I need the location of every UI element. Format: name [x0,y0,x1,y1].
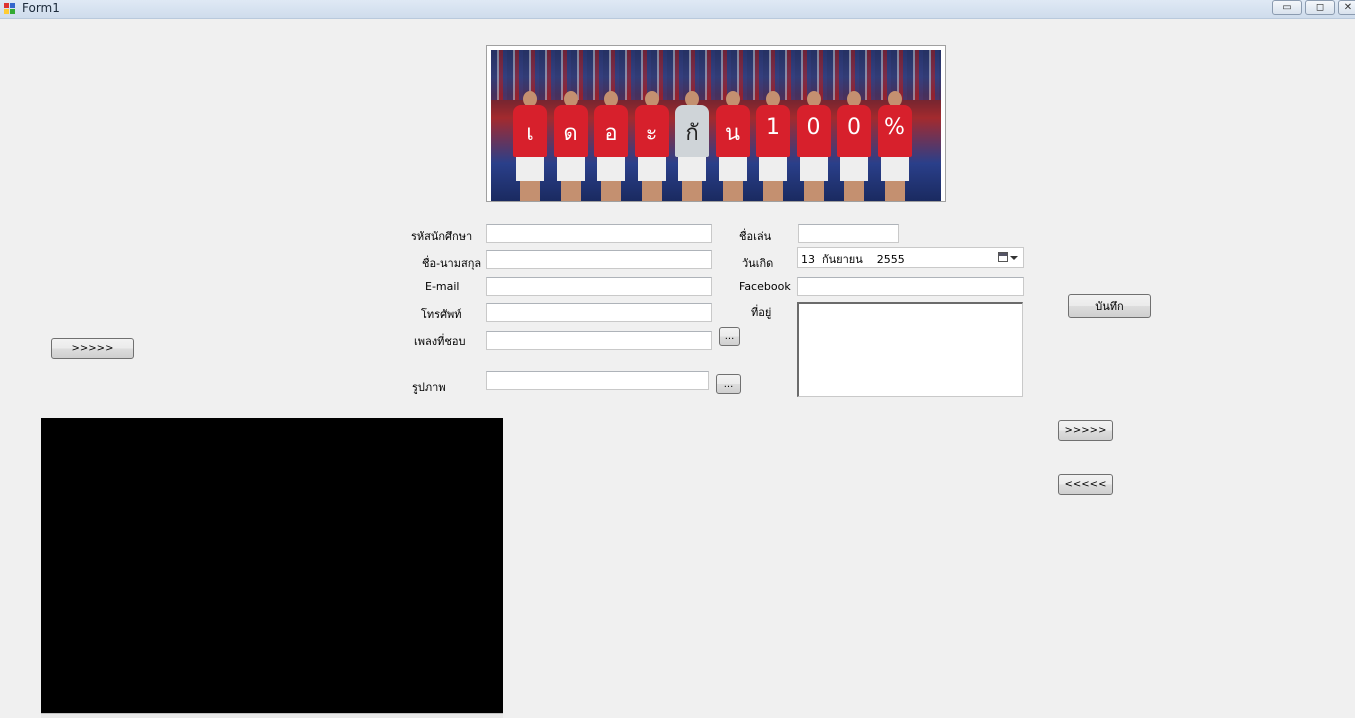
save-button[interactable]: บันทึก [1068,294,1151,318]
player-legs [560,181,581,201]
student-id-input[interactable] [486,224,712,243]
song-label: เพลงที่ชอบ [414,335,466,348]
song-input[interactable] [486,331,712,350]
email-input[interactable] [486,277,712,296]
address-label: ที่อยู่ [751,306,772,319]
shirt-letter: อ [604,121,618,146]
shirt-letter: 0 [806,115,821,140]
picture-path-input[interactable] [486,371,709,390]
media-player-area[interactable] [41,418,503,717]
player-shorts [637,157,666,181]
player-shorts [799,157,828,181]
right-next-button[interactable]: >>>>> [1058,420,1113,441]
facebook-label: Facebook [739,280,791,293]
phone-label: โทรศัพท์ [421,308,462,321]
minimize-button[interactable]: ▭ [1272,0,1302,15]
banner-picture-box: เ ด อ ะ กั น 1 0 0% [486,45,946,202]
minimize-icon: ▭ [1282,2,1292,13]
shirt-letter: กั [685,121,699,146]
player-legs [641,181,662,201]
player-shorts [759,157,787,181]
shirt-letter: 0 [847,115,861,140]
player-shorts [556,157,585,181]
player-legs [722,181,743,201]
player-legs [682,181,702,201]
nickname-input[interactable] [798,224,899,243]
banner-player: 1 [756,91,790,201]
player-legs [803,181,824,201]
fullname-input[interactable] [486,250,712,269]
previous-button[interactable]: <<<<< [1058,474,1113,495]
player-shorts [718,157,747,181]
shirt-letter: 1 [766,115,780,140]
close-icon: ✕ [1343,2,1353,13]
shirt-letter: ะ [645,121,658,146]
email-label: E-mail [425,280,460,293]
maximize-icon: ◻ [1315,2,1325,13]
dropdown-arrow-icon[interactable] [1010,256,1018,260]
player-shorts [678,157,706,181]
calendar-icon[interactable] [998,252,1008,262]
banner-player: ด [553,91,588,201]
player-legs [520,181,540,201]
fullname-label: ชื่อ-นามสกุล [422,257,482,270]
shirt-letter: % [884,115,905,140]
birthday-label: วันเกิด [742,257,774,270]
banner-player: อ [594,91,628,201]
banner-player: กั [675,91,709,201]
banner-player: เ [513,91,547,201]
shirt-letter: เ [526,121,534,146]
banner-photo: เ ด อ ะ กั น 1 0 0% [491,50,941,201]
media-player-controls[interactable] [41,713,503,718]
close-button[interactable]: ✕ [1338,0,1355,15]
banner-player: 0 [796,91,831,201]
form-app-icon [4,3,17,15]
address-textarea[interactable] [797,302,1023,397]
player-legs [844,181,864,201]
banner-player: ะ [634,91,669,201]
player-shorts [840,157,868,181]
left-next-button[interactable]: >>>>> [51,338,134,359]
shirt-letter: ด [563,121,578,146]
player-shorts [516,157,544,181]
browse-picture-button[interactable]: ... [716,374,741,394]
player-legs [601,181,621,201]
browse-song-button[interactable]: ... [719,327,740,346]
birthday-value: 13 กันยายน 2555 [801,253,905,266]
player-shorts [880,157,909,181]
picture-label: รูปภาพ [412,381,446,394]
facebook-input[interactable] [797,277,1024,296]
maximize-button[interactable]: ◻ [1305,0,1335,15]
window-title: Form1 [22,1,60,15]
student-id-label: รหัสนักศึกษา [411,230,473,243]
phone-input[interactable] [486,303,712,322]
shirt-letter: น [724,121,741,146]
banner-player: % [877,91,912,201]
birthday-date-picker[interactable]: 13 กันยายน 2555 [797,247,1024,268]
player-legs [884,181,905,201]
player-legs [763,181,783,201]
banner-player: น [715,91,750,201]
nickname-label: ชื่อเล่น [739,230,772,243]
player-shorts [597,157,625,181]
banner-player: 0 [837,91,871,201]
title-bar: Form1 ▭ ◻ ✕ [0,0,1355,19]
